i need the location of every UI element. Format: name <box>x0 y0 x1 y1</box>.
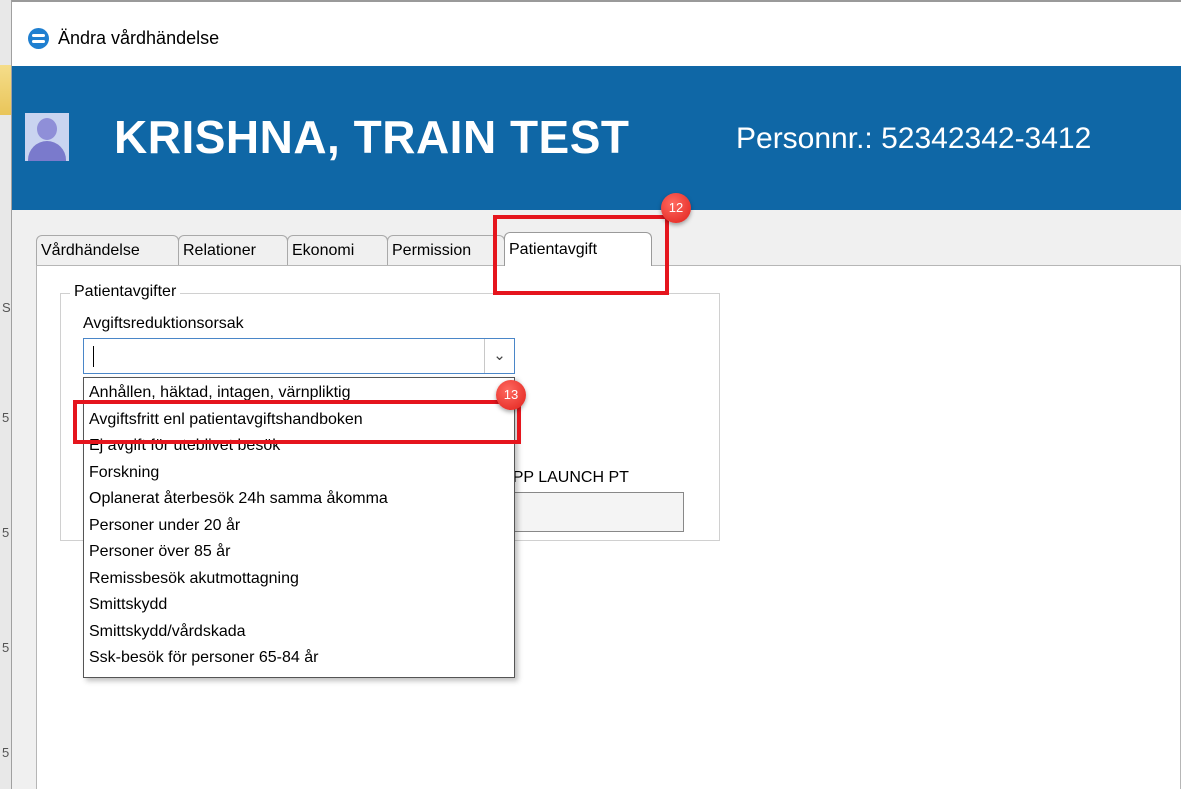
chevron-down-icon[interactable]: ⌄ <box>484 339 514 373</box>
tab-vardhandelse[interactable]: Vårdhändelse <box>36 235 179 265</box>
list-item[interactable]: Oplanerat återbesök 24h samma åkomma <box>84 486 514 513</box>
background-window-glyph: 5 <box>2 525 10 540</box>
tab-highlight-box <box>493 215 669 295</box>
personnr-label: Personnr.: <box>736 122 873 155</box>
list-item[interactable]: Personer över 85 år <box>84 539 514 566</box>
list-item[interactable]: Remissbesök akutmottagning <box>84 566 514 593</box>
second-field-input[interactable] <box>489 492 684 532</box>
background-window-glyph: 5 <box>2 410 10 425</box>
title-bar[interactable]: Ändra vårdhändelse <box>12 2 1181 66</box>
text-caret <box>93 346 94 367</box>
background-window-glyph: 5 <box>2 640 10 655</box>
background-window-strip: S 5 5 5 5 <box>0 0 12 789</box>
list-item[interactable]: Smittskydd <box>84 592 514 619</box>
step-badge-12: 12 <box>661 193 691 223</box>
list-item[interactable]: Personer under 20 år <box>84 513 514 540</box>
patient-name: KRISHNA, TRAIN TEST <box>114 111 630 163</box>
background-window-folder <box>0 65 11 115</box>
list-item[interactable]: Ssk-besök för personer 65-84 år <box>84 645 514 672</box>
personnr-value: 52342342-3412 <box>881 122 1092 155</box>
patient-avatar-icon <box>25 113 69 161</box>
window-title: Ändra vårdhändelse <box>58 28 220 48</box>
patient-banner: KRISHNA, TRAIN TEST Personnr.: 52342342-… <box>12 66 1181 210</box>
group-label: Patientavgifter <box>70 283 181 301</box>
background-window-glyph: S <box>2 300 11 315</box>
step-badge-13: 13 <box>496 380 526 410</box>
list-item[interactable]: Smittskydd/vårdskada <box>84 619 514 646</box>
personnr: Personnr.: 52342342-3412 <box>736 122 1091 156</box>
app-logo-icon <box>28 28 49 49</box>
reason-combobox[interactable]: ⌄ <box>83 338 515 374</box>
tab-relationer[interactable]: Relationer <box>178 235 288 265</box>
tab-ekonomi[interactable]: Ekonomi <box>287 235 388 265</box>
background-window-glyph: 5 <box>2 745 10 760</box>
reason-label: Avgiftsreduktionsorsak <box>83 315 244 332</box>
tab-permission[interactable]: Permission <box>387 235 505 265</box>
list-item[interactable]: Forskning <box>84 460 514 487</box>
option-highlight-box <box>73 400 521 444</box>
